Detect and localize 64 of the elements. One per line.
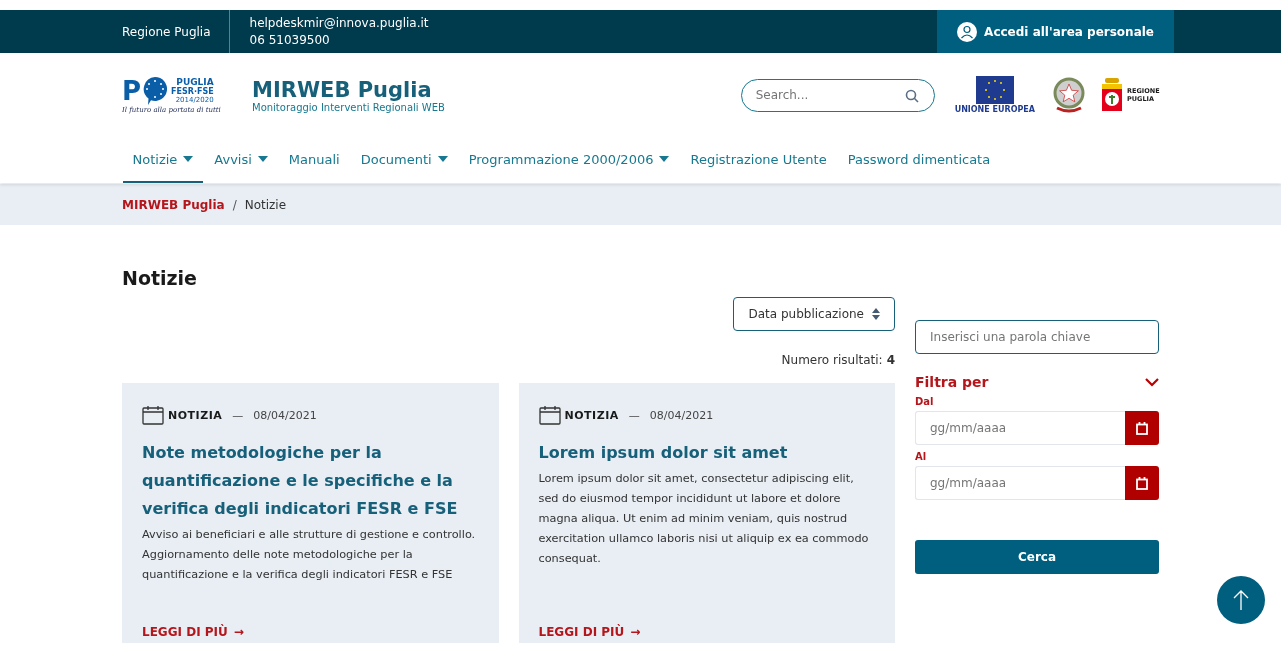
site-title[interactable]: MIRWEB Puglia (252, 77, 445, 102)
search-field[interactable]: Search... (740, 78, 935, 112)
arrow-right-icon: → (233, 625, 244, 639)
read-more-link[interactable]: LEGGI DI PIÙ (142, 625, 228, 639)
results-label: Numero risultati: (781, 353, 883, 367)
breadcrumb-item[interactable]: MIRWEB Puglia (122, 197, 225, 212)
calendar-icon (142, 405, 164, 425)
search-icon (904, 88, 919, 103)
results-count: 4 (886, 353, 895, 367)
card-title[interactable]: Lorem ipsum dolor sit amet (538, 439, 875, 467)
date-label: Al (915, 451, 928, 462)
read-more-link[interactable]: LEGGI DI PIÙ (538, 625, 625, 639)
card-title[interactable]: Note metodologiche per la quantificazione e le specifiche e la verifica degli indicatori FESR e FSE (142, 439, 479, 523)
caret-icon (659, 156, 670, 162)
card-category: NOTIZIA (168, 408, 223, 422)
chevron-icon[interactable] (1145, 377, 1159, 387)
coat-of-arms-icon (1101, 78, 1123, 112)
caret-icon (437, 156, 448, 162)
dash-separator: — (628, 408, 640, 422)
search-button[interactable]: Cerca (915, 540, 1159, 574)
calendar-icon (1136, 421, 1148, 435)
breadcrumb-item: Notizie (244, 197, 287, 212)
nav-link[interactable]: Programmazione 2000/2006 (458, 137, 680, 183)
page-title: Notizie (122, 267, 198, 291)
calendar-icon (538, 405, 561, 425)
nav-link[interactable]: Registrazione Utente (680, 137, 837, 183)
dash-separator: — (232, 408, 244, 422)
logo-letter: P (122, 78, 142, 104)
card-date: 08/04/2021 (253, 408, 317, 422)
calendar-icon (1136, 476, 1148, 490)
email-link[interactable]: helpdeskmir@innova.puglia.it (249, 14, 429, 32)
logo-name: PUGLIA (176, 77, 214, 87)
logo-funds: FESR·FSE (171, 87, 214, 96)
nav-link[interactable]: Manuali (278, 137, 350, 183)
caret-icon (183, 156, 194, 162)
date-field[interactable]: gg/mm/aaaa (915, 466, 1125, 500)
filter-title: Filtra per (915, 374, 989, 390)
calendar-button[interactable] (1125, 466, 1159, 500)
breadcrumb-separator: / (232, 197, 237, 212)
card-category: NOTIZIA (564, 408, 619, 422)
card-date: 08/04/2021 (649, 408, 714, 422)
caret-icon (257, 156, 268, 162)
arrow-right-icon: → (630, 625, 641, 639)
site-subtitle: Monitoraggio Interventi Regionali WEB (252, 101, 445, 113)
nav-link[interactable]: Password dimenticata (837, 137, 1001, 183)
nav-link[interactable]: Documenti (350, 137, 458, 183)
sort-button[interactable]: Data pubblicazione (733, 297, 895, 331)
arrow-up-icon (1233, 589, 1249, 611)
card-text: Avviso ai beneficiari e alle strutture di gestione e controllo. Aggiornamento delle note metodologiche per la quantificazione e la verifica degli indicatori FESR e FSE (142, 527, 477, 583)
calendar-button[interactable] (1125, 411, 1159, 445)
date-field[interactable]: gg/mm/aaaa (915, 411, 1125, 445)
speech-bubble-stars-icon (142, 76, 169, 106)
user-icon (957, 21, 978, 42)
date-label: Dal (915, 396, 935, 407)
sort-icon (872, 308, 880, 320)
back-to-top-button[interactable] (1217, 576, 1265, 624)
login-button[interactable]: Accedi all'area personale (937, 10, 1174, 53)
eu-label: UNIONE EUROPEA (954, 105, 1035, 114)
phone-number: 06 51039500 (249, 31, 331, 49)
emblem-icon (1051, 76, 1087, 114)
keyword-field[interactable]: Inserisci una parola chiave (915, 320, 1159, 354)
eu-flag-icon (975, 76, 1014, 104)
nav-link[interactable]: Avvisi (204, 137, 278, 183)
card-text: Lorem ipsum dolor sit amet, consectetur adipiscing elit, sed do eiusmod tempor incididunt ut labore et dolore magna aliqua. Ut enim ad minim veniam, quis nostrud exercitation ullamco laboris nisi ut aliquip ex ea commodo consequat. (538, 471, 870, 567)
